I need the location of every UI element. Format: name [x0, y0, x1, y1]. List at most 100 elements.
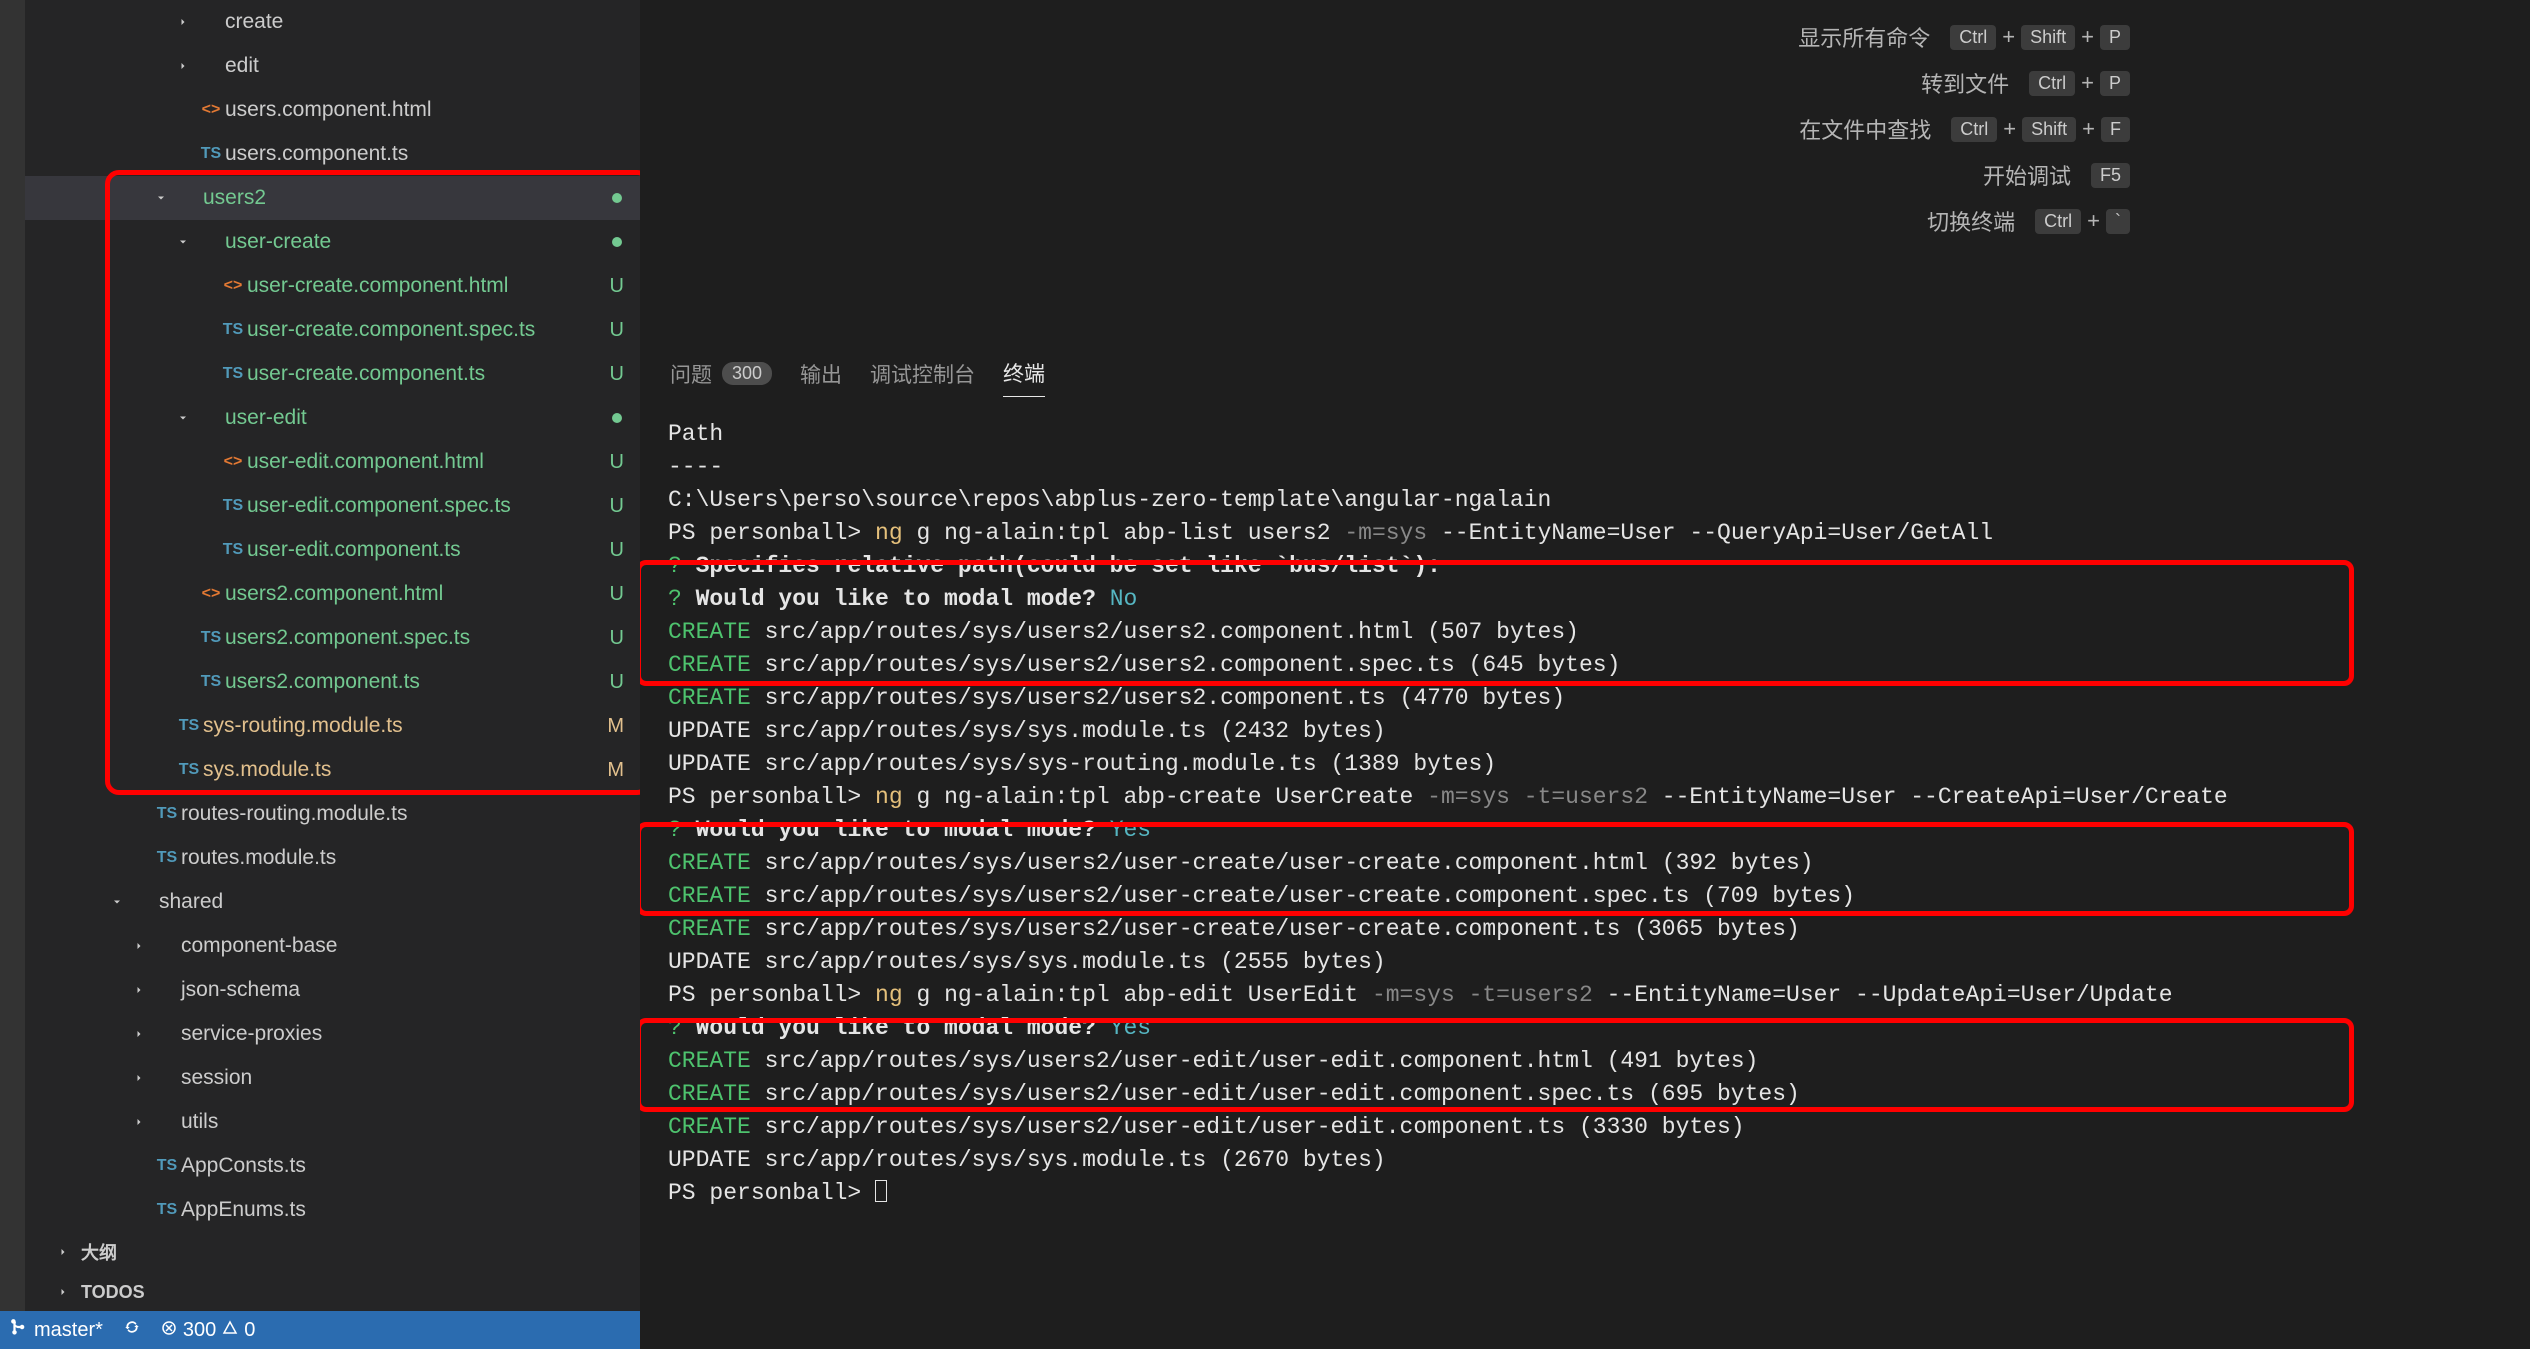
chevron-right-icon[interactable]: [131, 1070, 147, 1086]
tree-section[interactable]: TODOS: [25, 1272, 640, 1312]
tree-folder[interactable]: session: [25, 1056, 640, 1100]
typescript-icon: TS: [153, 1157, 181, 1175]
tree-folder[interactable]: utils: [25, 1100, 640, 1144]
kbd-key: F5: [2091, 163, 2130, 188]
terminal-line: UPDATE src/app/routes/sys/sys.module.ts …: [668, 946, 2502, 979]
tree-item-label: json-schema: [181, 978, 300, 1002]
tree-file[interactable]: TSusers2.component.ts: [25, 660, 640, 704]
tree-arrow-spacer: [131, 1158, 147, 1174]
terminal-span: Would you like to modal mode?: [682, 817, 1096, 843]
terminal-span: src/app/routes/sys/users2/users2.compone…: [751, 619, 1579, 645]
tree-file[interactable]: TSAppEnums.ts: [25, 1188, 640, 1232]
terminal-span: PS personball>: [668, 520, 875, 546]
tree-item-label: service-proxies: [181, 1022, 322, 1046]
status-branch[interactable]: master*: [10, 1318, 103, 1342]
kbd-key: Shift: [2022, 117, 2076, 142]
terminal-span: ng: [875, 520, 916, 546]
tree-file[interactable]: <>users2.component.html: [25, 572, 640, 616]
tree-folder[interactable]: json-schema: [25, 968, 640, 1012]
terminal-span: UPDATE src/app/routes/sys/sys-routing.mo…: [668, 751, 1496, 777]
tree-folder[interactable]: service-proxies: [25, 1012, 640, 1056]
status-warnings-count: 0: [244, 1319, 255, 1342]
hint-keys: Ctrl+Shift+P: [1950, 24, 2130, 50]
chevron-right-icon[interactable]: [131, 982, 147, 998]
tree-item-label: user-create.component.html: [247, 274, 508, 298]
tree-folder[interactable]: user-edit: [25, 396, 640, 440]
terminal-line: CREATE src/app/routes/sys/users2/users2.…: [668, 682, 2502, 715]
chevron-down-icon[interactable]: [175, 410, 191, 426]
terminal-line: CREATE src/app/routes/sys/users2/users2.…: [668, 649, 2502, 682]
tree-item-label: sys.module.ts: [203, 758, 331, 782]
status-problems[interactable]: 300 0: [161, 1319, 256, 1342]
chevron-right-icon[interactable]: [175, 14, 191, 30]
tree-file[interactable]: TSuser-edit.component.spec.ts: [25, 484, 640, 528]
typescript-icon: TS: [197, 629, 225, 647]
terminal-span: CREATE: [668, 619, 751, 645]
tree-file[interactable]: TSsys.module.ts: [25, 748, 640, 792]
terminal[interactable]: Path----C:\Users\perso\source\repos\abpl…: [640, 398, 2530, 1347]
tree-section[interactable]: 大纲: [25, 1232, 640, 1272]
terminal-span: ----: [668, 454, 723, 480]
tree-item-label: edit: [225, 54, 259, 78]
tree-folder[interactable]: edit: [25, 44, 640, 88]
tree-arrow-spacer: [197, 454, 213, 470]
kbd-key: Shift: [2021, 25, 2075, 50]
welcome-hint-row: 开始调试F5: [680, 152, 2530, 198]
terminal-line: CREATE src/app/routes/sys/users2/user-ed…: [668, 1045, 2502, 1078]
terminal-span: ?: [668, 817, 682, 843]
typescript-icon: TS: [175, 717, 203, 735]
kbd-key: Ctrl: [2035, 209, 2081, 234]
welcome-hint-row: 切换终端Ctrl+`: [680, 198, 2530, 244]
tree-item-label: user-create.component.spec.ts: [247, 318, 535, 342]
tree-file[interactable]: TSusers.component.ts: [25, 132, 640, 176]
terminal-span: -m=sys: [1344, 520, 1427, 546]
chevron-right-icon[interactable]: [175, 58, 191, 74]
tree-arrow-spacer: [131, 1202, 147, 1218]
chevron-down-icon[interactable]: [109, 894, 125, 910]
chevron-right-icon[interactable]: [131, 938, 147, 954]
tree-file[interactable]: TSuser-edit.component.ts: [25, 528, 640, 572]
chevron-right-icon[interactable]: [131, 1026, 147, 1042]
tree-file[interactable]: TSsys-routing.module.ts: [25, 704, 640, 748]
tab-debug-console[interactable]: 调试控制台: [870, 359, 975, 389]
tree-file[interactable]: TSuser-create.component.ts: [25, 352, 640, 396]
chevron-right-icon[interactable]: [131, 1114, 147, 1130]
terminal-span: src/app/routes/sys/users2/user-edit/user…: [751, 1081, 1800, 1107]
tree-file[interactable]: TSuser-create.component.spec.ts: [25, 308, 640, 352]
terminal-line: PS personball> ng g ng-alain:tpl abp-cre…: [668, 781, 2502, 814]
tree-file[interactable]: <>user-create.component.html: [25, 264, 640, 308]
tree-arrow-spacer: [175, 102, 191, 118]
tree-file[interactable]: TSroutes.module.ts: [25, 836, 640, 880]
tree-item-label: user-edit.component.spec.ts: [247, 494, 511, 518]
terminal-span: src/app/routes/sys/users2/user-create/us…: [751, 916, 1800, 942]
terminal-span: Yes: [1096, 1015, 1151, 1041]
tab-output[interactable]: 输出: [800, 359, 842, 389]
chevron-down-icon[interactable]: [153, 190, 169, 206]
hint-keys: Ctrl+Shift+F: [1951, 116, 2130, 142]
tree-folder[interactable]: user-create: [25, 220, 640, 264]
tree-folder[interactable]: users2: [25, 176, 640, 220]
tree-file[interactable]: TSAppConsts.ts: [25, 1144, 640, 1188]
tab-terminal[interactable]: 终端: [1003, 350, 1045, 397]
tree-file[interactable]: <>user-edit.component.html: [25, 440, 640, 484]
terminal-span: Would you like to modal mode?: [682, 1015, 1096, 1041]
tree-file[interactable]: <>users.component.html: [25, 88, 640, 132]
tab-problems[interactable]: 问题 300: [670, 359, 772, 389]
tree-folder[interactable]: create: [25, 0, 640, 44]
tree-folder[interactable]: component-base: [25, 924, 640, 968]
terminal-line: PS personball> ng g ng-alain:tpl abp-edi…: [668, 979, 2502, 1012]
tree-item-label: sys-routing.module.ts: [203, 714, 403, 738]
kbd-key: `: [2106, 209, 2130, 234]
tree-item-label: create: [225, 10, 283, 34]
tree-file[interactable]: TSroutes-routing.module.ts: [25, 792, 640, 836]
tree-file[interactable]: TSusers2.component.spec.ts: [25, 616, 640, 660]
terminal-span: ng: [875, 982, 916, 1008]
chevron-down-icon[interactable]: [175, 234, 191, 250]
tree-folder[interactable]: shared: [25, 880, 640, 924]
terminal-span: CREATE: [668, 916, 751, 942]
status-sync[interactable]: [123, 1318, 141, 1342]
hint-keys: Ctrl+`: [2035, 208, 2130, 234]
tree-item-label: session: [181, 1066, 252, 1090]
tree-item-label: user-create.component.ts: [247, 362, 485, 386]
typescript-icon: TS: [175, 761, 203, 779]
